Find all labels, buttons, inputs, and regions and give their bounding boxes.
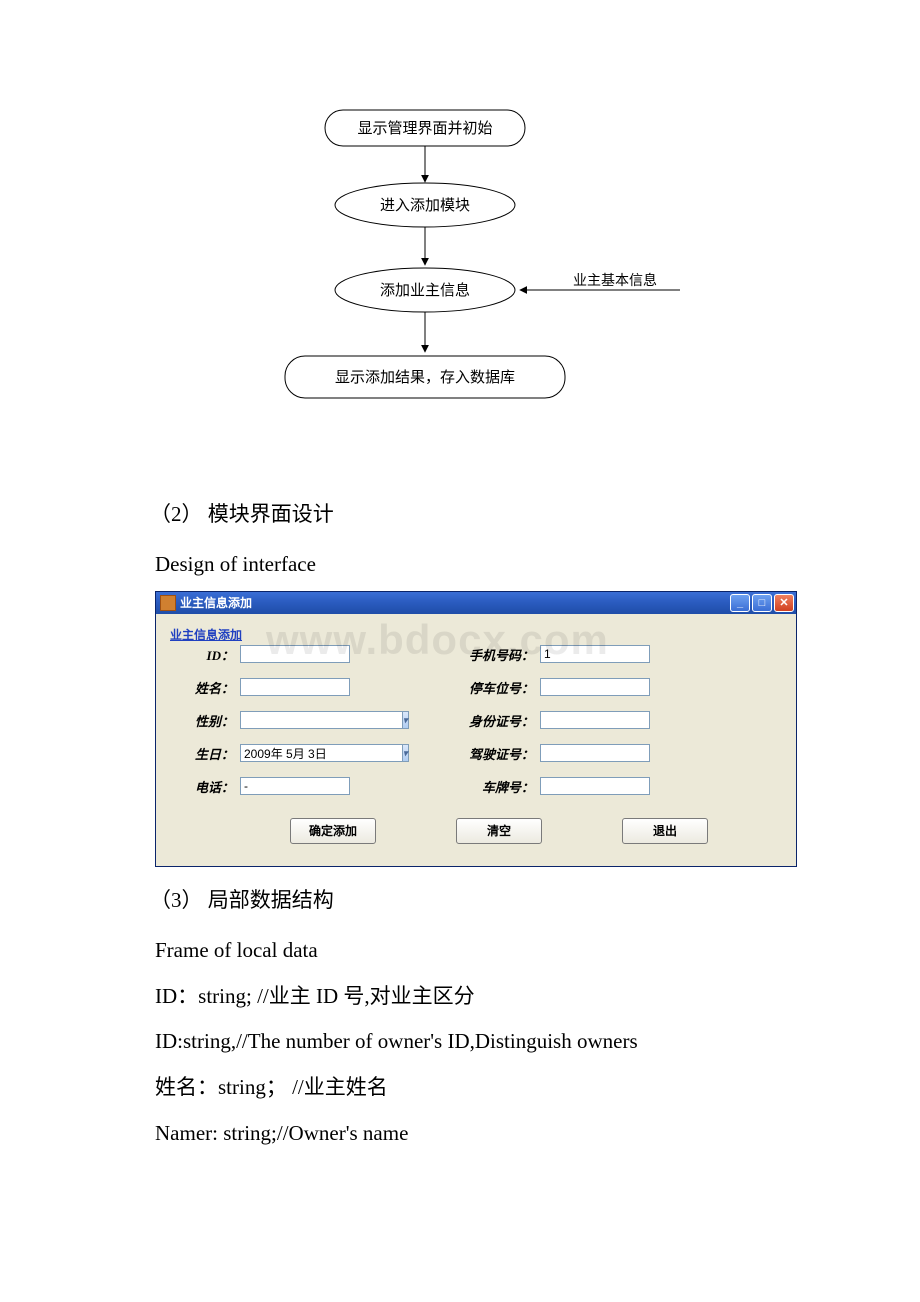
input-idcard[interactable] bbox=[540, 711, 650, 729]
label-gender: 性别： bbox=[170, 711, 240, 730]
input-mobile[interactable] bbox=[540, 645, 650, 663]
input-phone[interactable] bbox=[240, 777, 350, 795]
exit-button[interactable]: 退出 bbox=[622, 818, 708, 844]
section-2-subheading: Design of interface bbox=[155, 545, 860, 585]
input-birthday[interactable] bbox=[240, 744, 402, 762]
flow-node-start: 显示管理界面并初始 bbox=[357, 120, 492, 137]
app-icon bbox=[160, 595, 176, 611]
input-id[interactable] bbox=[240, 645, 350, 663]
code-line-2: ID:string,//The number of owner's ID,Dis… bbox=[155, 1022, 860, 1062]
chevron-down-icon[interactable]: ▾ bbox=[402, 744, 409, 762]
code-line-3: 姓名：string； //业主姓名 bbox=[155, 1068, 860, 1108]
label-phone: 电话： bbox=[170, 777, 240, 796]
window-titlebar: 业主信息添加 _ □ ✕ bbox=[156, 592, 796, 614]
label-name: 姓名： bbox=[170, 678, 240, 697]
label-mobile: 手机号码： bbox=[460, 645, 540, 664]
minimize-button[interactable]: _ bbox=[730, 594, 750, 612]
chevron-down-icon[interactable]: ▾ bbox=[402, 711, 409, 729]
flow-side-label: 业主基本信息 bbox=[573, 272, 657, 289]
label-birthday: 生日： bbox=[170, 744, 240, 763]
window-title: 业主信息添加 bbox=[180, 594, 730, 611]
section-2-heading: （2） 模块界面设计 bbox=[150, 495, 860, 535]
flow-node-result: 显示添加结果，存入数据库 bbox=[335, 369, 515, 386]
app-window: 业主信息添加 _ □ ✕ www.bdocx.com 业主信息添加 ID： 手机… bbox=[155, 591, 797, 867]
maximize-button[interactable]: □ bbox=[752, 594, 772, 612]
label-idcard: 身份证号： bbox=[460, 711, 540, 730]
close-button[interactable]: ✕ bbox=[774, 594, 794, 612]
section-3-heading: （3） 局部数据结构 bbox=[150, 881, 860, 921]
input-gender[interactable] bbox=[240, 711, 402, 729]
code-line-1: ID：string; //业主 ID 号,对业主区分 bbox=[155, 977, 860, 1017]
input-license[interactable] bbox=[540, 744, 650, 762]
label-id: ID： bbox=[170, 645, 240, 664]
flowchart-diagram: 显示管理界面并初始 进入添加模块 添加业主信息 业主基本信息 显示添加结果，存入… bbox=[210, 100, 710, 435]
code-line-4: Namer: string;//Owner's name bbox=[155, 1114, 860, 1154]
flowchart-svg: 显示管理界面并初始 进入添加模块 添加业主信息 业主基本信息 显示添加结果，存入… bbox=[210, 100, 710, 430]
combo-birthday[interactable]: ▾ bbox=[240, 744, 350, 762]
label-parking: 停车位号： bbox=[460, 678, 540, 697]
flow-node-enter: 进入添加模块 bbox=[380, 197, 470, 214]
form-group-label: 业主信息添加 bbox=[170, 626, 782, 643]
label-license: 驾驶证号： bbox=[460, 744, 540, 763]
input-plate[interactable] bbox=[540, 777, 650, 795]
input-parking[interactable] bbox=[540, 678, 650, 696]
input-name[interactable] bbox=[240, 678, 350, 696]
section-3-subheading: Frame of local data bbox=[155, 931, 860, 971]
clear-button[interactable]: 清空 bbox=[456, 818, 542, 844]
label-plate: 车牌号： bbox=[460, 777, 540, 796]
confirm-add-button[interactable]: 确定添加 bbox=[290, 818, 376, 844]
flow-node-add: 添加业主信息 bbox=[380, 282, 470, 299]
combo-gender[interactable]: ▾ bbox=[240, 711, 350, 729]
